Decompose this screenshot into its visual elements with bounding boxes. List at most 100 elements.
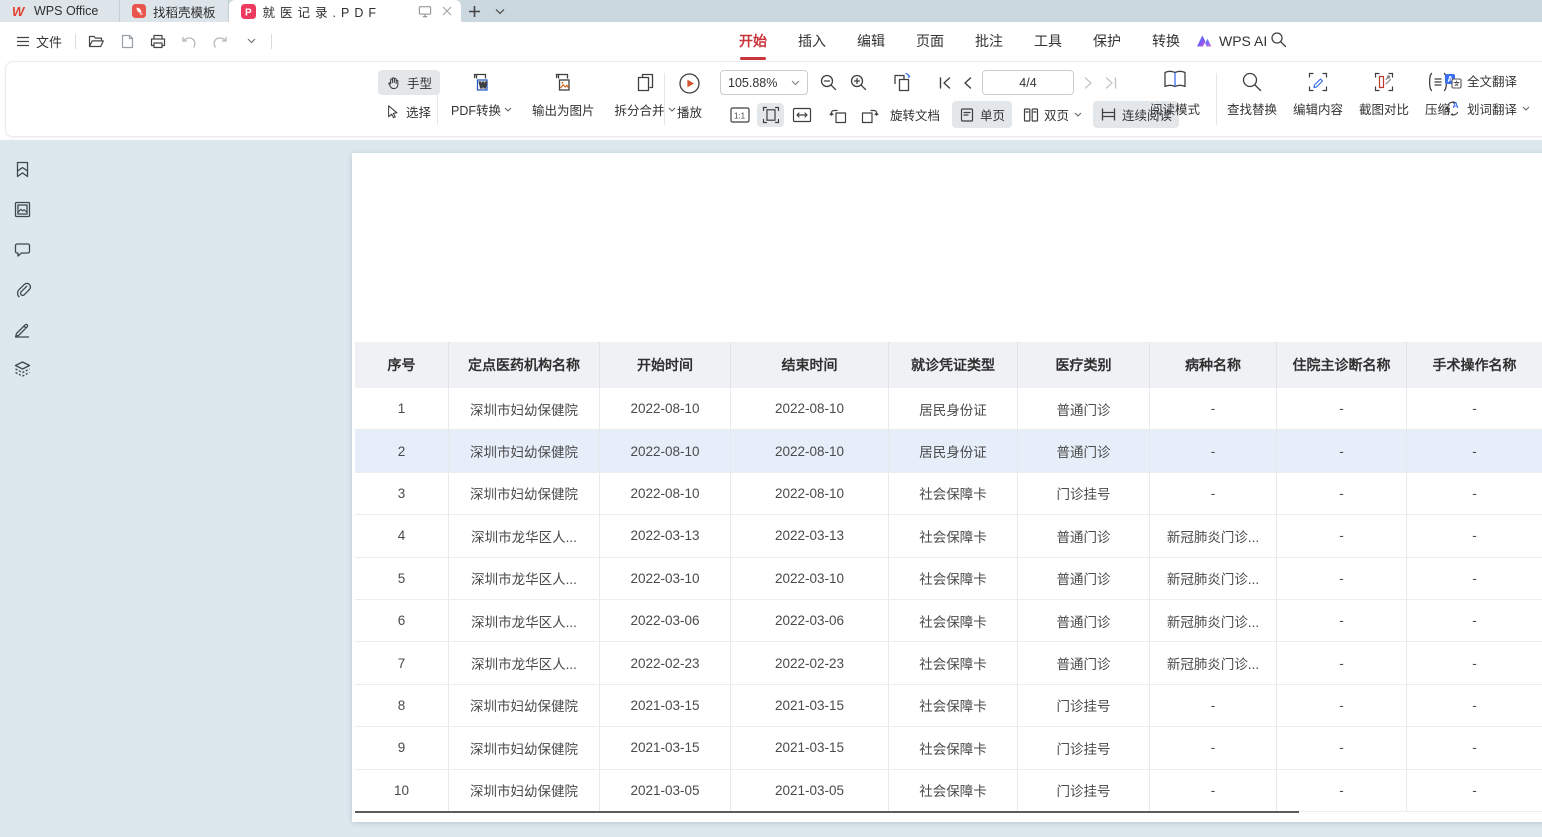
- save-button[interactable]: [116, 30, 138, 52]
- document-canvas: 序号定点医药机构名称开始时间结束时间就诊凭证类型医疗类别病种名称住院主诊断名称手…: [0, 140, 1542, 837]
- fit-page-button[interactable]: [757, 103, 784, 127]
- table-cell: 6: [355, 600, 449, 641]
- table-cell: -: [1150, 770, 1277, 811]
- split-merge-button[interactable]: 拆分合并: [610, 66, 681, 122]
- table-row: 7 深圳市龙华区人... 2022-02-23 2022-02-23 社会保障卡…: [355, 642, 1542, 684]
- open-file-button[interactable]: [85, 30, 107, 52]
- previous-page-button[interactable]: [962, 76, 972, 90]
- table-header-cell: 手术操作名称: [1407, 342, 1542, 388]
- page-number-input[interactable]: 4/4: [982, 70, 1074, 95]
- tab-label: WPS Office: [34, 4, 98, 18]
- edit-content-label: 编辑内容: [1293, 99, 1343, 118]
- table-cell: -: [1407, 515, 1542, 556]
- table-cell: 社会保障卡: [889, 515, 1018, 556]
- word-translate-button[interactable]: A 划词翻译: [1444, 99, 1530, 118]
- read-mode-button[interactable]: 阅读模式: [1146, 68, 1204, 118]
- zoom-out-icon: [819, 73, 838, 92]
- table-cell: 深圳市龙华区人...: [449, 558, 600, 599]
- actual-size-button[interactable]: 1:1: [726, 103, 753, 127]
- find-replace-button[interactable]: 查找替换: [1222, 66, 1282, 121]
- search-button[interactable]: [1270, 31, 1287, 48]
- signature-panel-button[interactable]: [13, 320, 32, 339]
- chevron-down-icon: [504, 107, 512, 112]
- table-row: 5 深圳市龙华区人... 2022-03-10 2022-03-10 社会保障卡…: [355, 558, 1542, 600]
- zoom-in-button[interactable]: [849, 73, 868, 92]
- last-page-button[interactable]: [1104, 76, 1118, 90]
- edit-content-button[interactable]: 编辑内容: [1288, 66, 1348, 121]
- save-icon: [120, 34, 135, 49]
- chevron-down-icon: [1522, 106, 1530, 111]
- file-menu-button[interactable]: 文件: [12, 29, 66, 54]
- screenshot-compare-label: 截图对比: [1359, 99, 1409, 118]
- table-cell: 社会保障卡: [889, 558, 1018, 599]
- pdf-convert-button[interactable]: W PDF转换: [446, 66, 517, 122]
- next-page-button[interactable]: [1084, 76, 1094, 90]
- table-cell: 社会保障卡: [889, 685, 1018, 726]
- tab-label: 找稻壳模板: [153, 2, 216, 21]
- attachment-panel-button[interactable]: [13, 280, 32, 299]
- comment-panel-button[interactable]: [13, 241, 32, 259]
- table-cell: 深圳市妇幼保健院: [449, 685, 600, 726]
- table-cell: 深圳市龙华区人...: [449, 600, 600, 641]
- select-tool-button[interactable]: 选择: [378, 99, 440, 124]
- layers-panel-button[interactable]: [13, 359, 32, 378]
- tab-list-chevron-icon[interactable]: [487, 0, 513, 22]
- menu-tab[interactable]: 工具: [1033, 29, 1063, 53]
- projection-icon[interactable]: [418, 5, 432, 18]
- fit-width-button[interactable]: [788, 103, 815, 127]
- table-row: 3 深圳市妇幼保健院 2022-08-10 2022-08-10 社会保障卡 门…: [355, 473, 1542, 515]
- wps-logo-icon: W: [12, 5, 27, 18]
- table-cell: 5: [355, 558, 449, 599]
- table-header-cell: 就诊凭证类型: [889, 342, 1018, 388]
- select-tool-label: 选择: [406, 102, 431, 121]
- play-slideshow-button[interactable]: 播放: [672, 66, 707, 124]
- new-tab-button[interactable]: [461, 0, 487, 22]
- wps-ai-button[interactable]: WPS AI: [1196, 22, 1267, 60]
- menu-tab[interactable]: 开始: [738, 29, 768, 53]
- rotate-left-button[interactable]: [825, 103, 852, 127]
- tab-docer-templates[interactable]: 找稻壳模板: [120, 0, 229, 22]
- menu-tab[interactable]: 插入: [797, 29, 827, 53]
- undo-button[interactable]: [178, 30, 200, 52]
- table-cell: -: [1150, 430, 1277, 471]
- redo-button[interactable]: [209, 30, 231, 52]
- table-cell: -: [1277, 388, 1407, 429]
- zoom-level-value: 105.88%: [728, 76, 777, 90]
- table-cell: 普通门诊: [1018, 515, 1150, 556]
- table-cell: 深圳市妇幼保健院: [449, 430, 600, 471]
- screenshot-compare-button[interactable]: 截图对比: [1354, 66, 1414, 121]
- hand-tool-button[interactable]: 手型: [378, 70, 440, 95]
- table-cell: -: [1277, 430, 1407, 471]
- table-cell: 2021-03-05: [731, 770, 889, 811]
- double-page-view-button[interactable]: 双页: [1016, 101, 1089, 128]
- tab-wps-home[interactable]: W WPS Office: [0, 0, 120, 22]
- tab-document-pdf[interactable]: P 就医记录.PDF: [229, 0, 461, 22]
- menu-tab[interactable]: 批注: [974, 29, 1004, 53]
- menu-tab[interactable]: 编辑: [856, 29, 886, 53]
- table-cell: 社会保障卡: [889, 473, 1018, 514]
- first-page-button[interactable]: [938, 76, 952, 90]
- table-cell: -: [1407, 558, 1542, 599]
- close-tab-icon[interactable]: [441, 5, 453, 17]
- undo-redo-chevron-icon[interactable]: [240, 30, 262, 52]
- refresh-pages-button[interactable]: [890, 71, 914, 95]
- menu-tab[interactable]: 页面: [915, 29, 945, 53]
- single-page-view-button[interactable]: 单页: [952, 101, 1012, 128]
- comment-icon: [13, 241, 32, 259]
- export-as-image-button[interactable]: 输出为图片: [527, 66, 600, 122]
- pen-signature-icon: [13, 320, 32, 339]
- menu-tab[interactable]: 转换: [1151, 29, 1181, 53]
- redo-icon: [212, 35, 228, 48]
- table-cell: 2021-03-15: [731, 685, 889, 726]
- zoom-out-button[interactable]: [819, 73, 838, 92]
- menu-tab[interactable]: 保护: [1092, 29, 1122, 53]
- table-cell: 新冠肺炎门诊...: [1150, 600, 1277, 641]
- print-button[interactable]: [147, 30, 169, 52]
- zoom-level-combobox[interactable]: 105.88%: [720, 70, 808, 95]
- pdf-convert-icon: W: [470, 71, 493, 94]
- thumbnail-panel-button[interactable]: [13, 200, 32, 219]
- bookmark-panel-button[interactable]: [13, 160, 32, 179]
- rotate-right-button[interactable]: [856, 103, 883, 127]
- full-text-translate-button[interactable]: A 全文翻译: [1444, 71, 1530, 90]
- pdf-page[interactable]: 序号定点医药机构名称开始时间结束时间就诊凭证类型医疗类别病种名称住院主诊断名称手…: [352, 153, 1542, 822]
